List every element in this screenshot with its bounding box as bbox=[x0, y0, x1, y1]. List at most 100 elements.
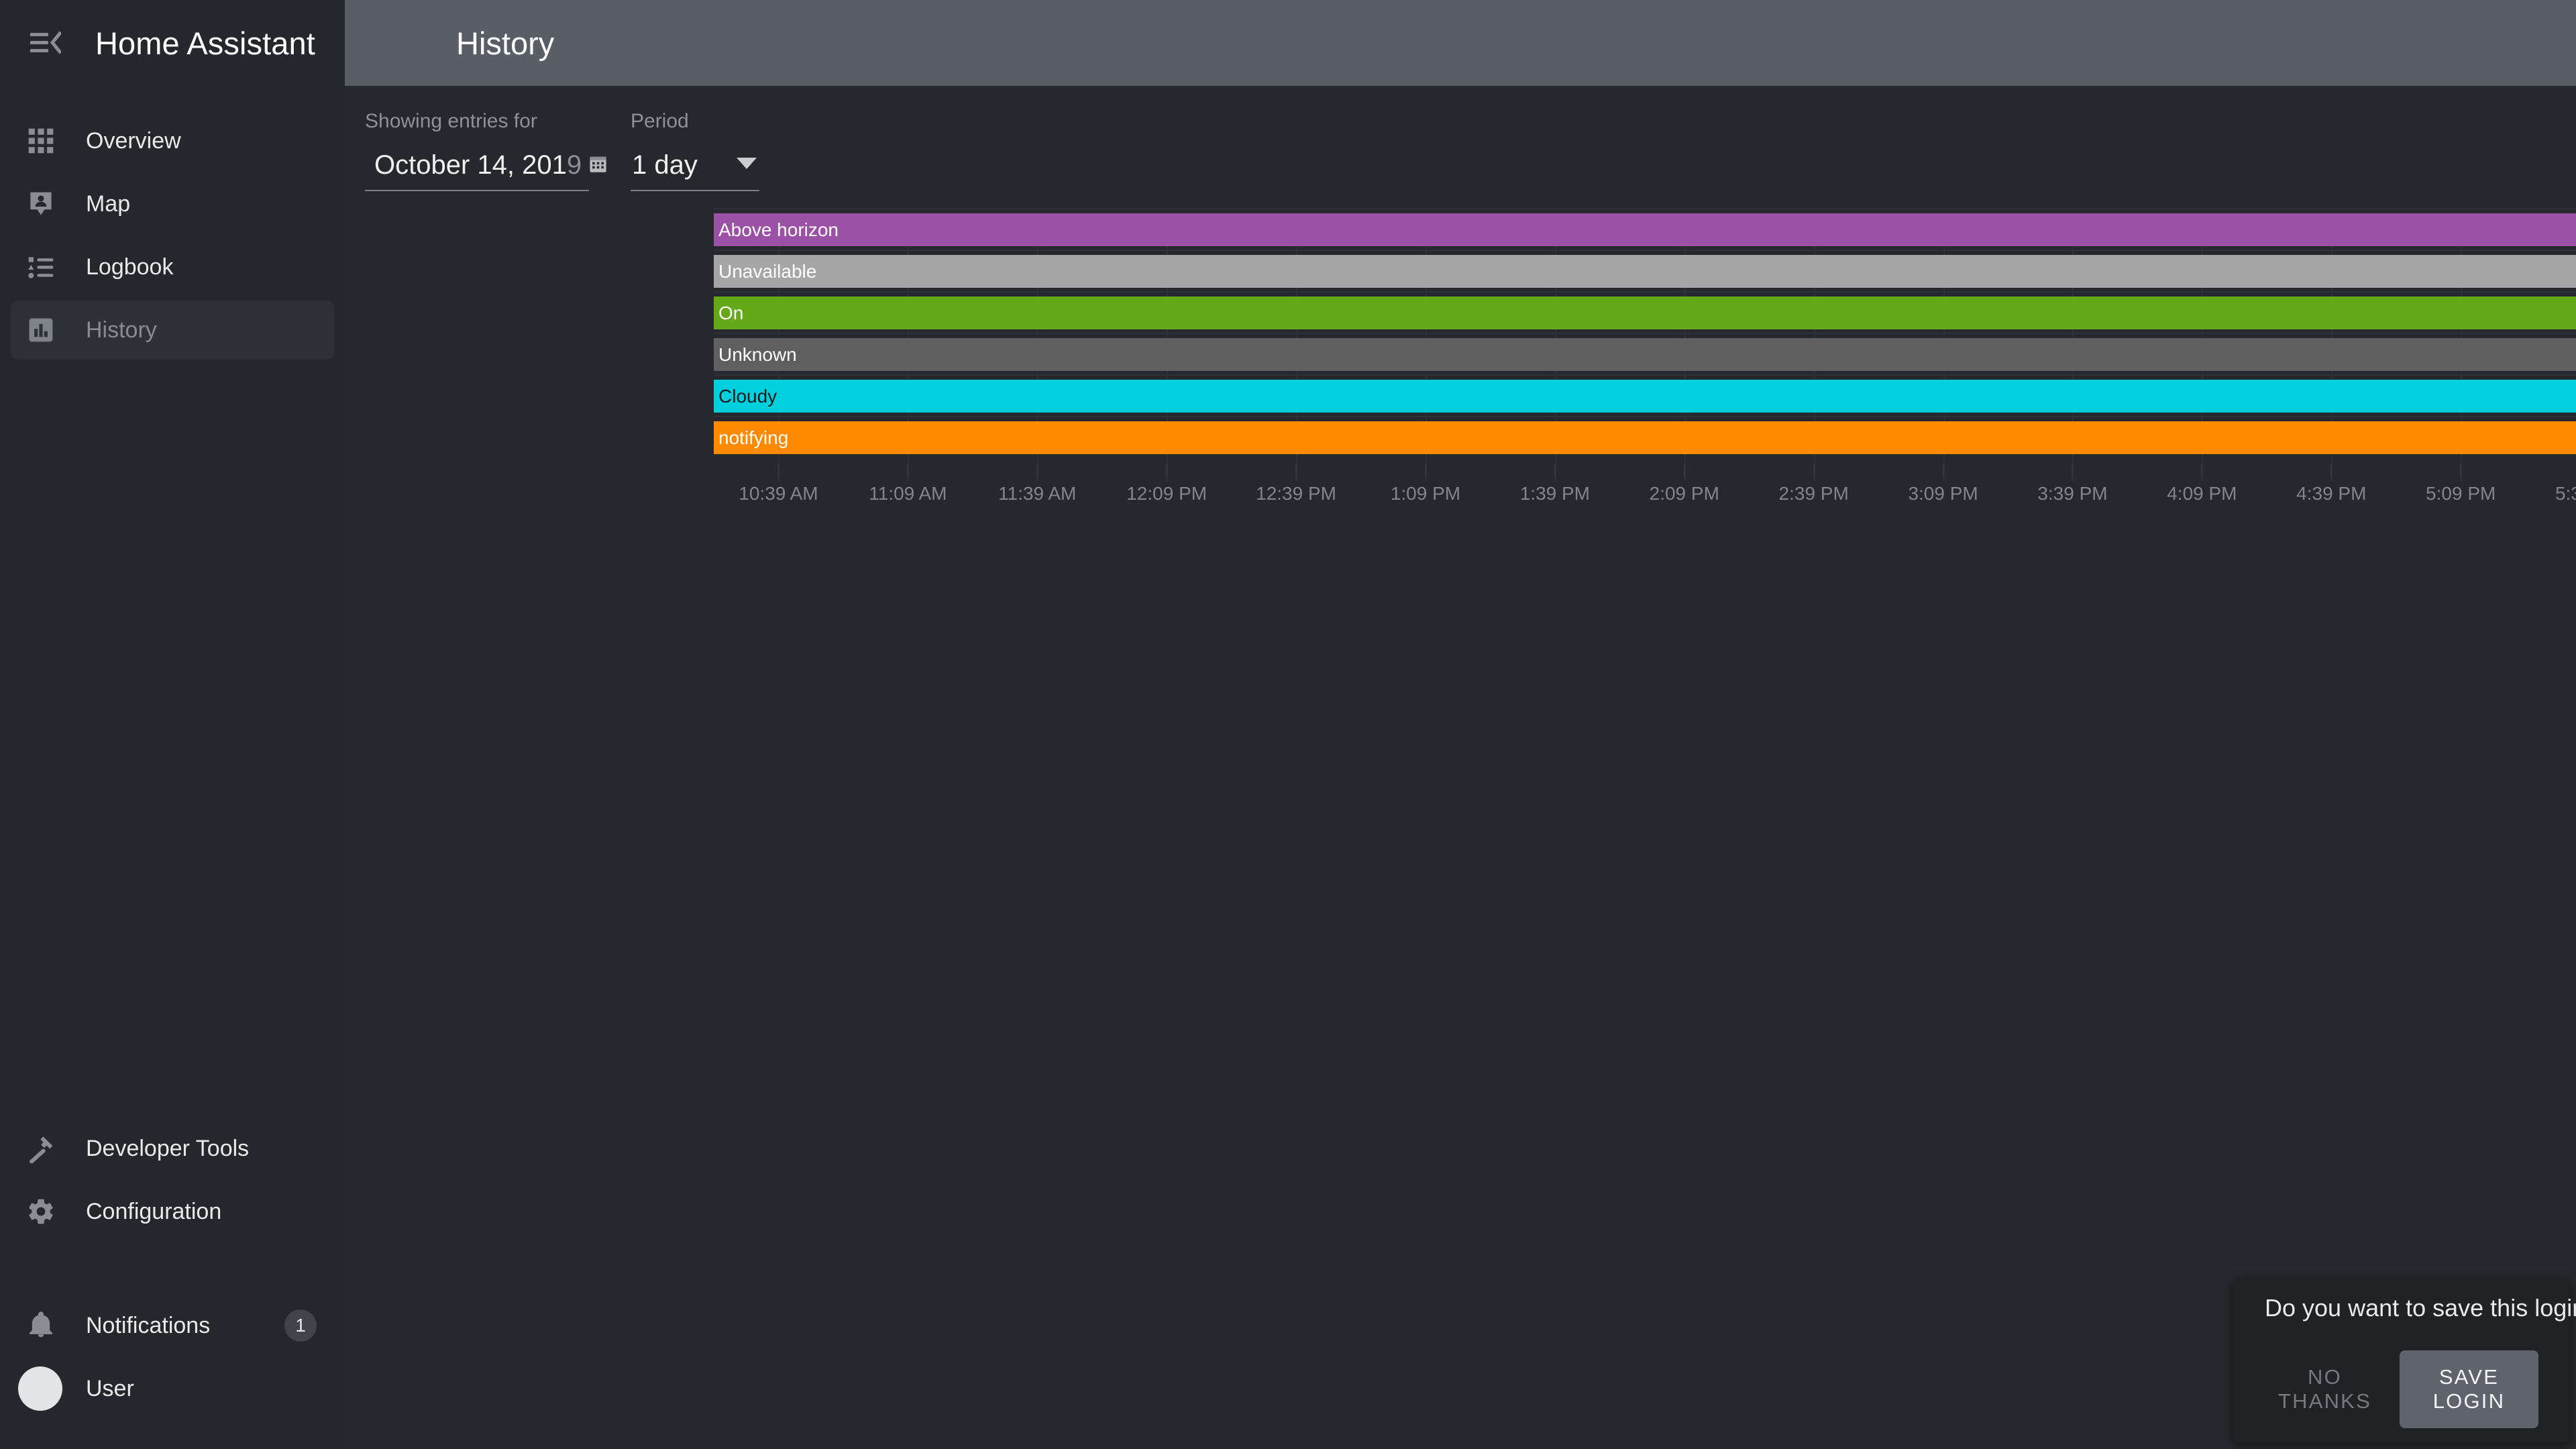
timeline-bar[interactable]: Unknown bbox=[714, 338, 2576, 371]
timeline-bar-state-label: On bbox=[714, 304, 743, 323]
save-login-actions: NO THANKS SAVE LOGIN bbox=[2265, 1350, 2538, 1428]
date-value-main: October 14, 201 bbox=[374, 150, 567, 180]
date-picker-input[interactable]: October 14, 2019 bbox=[365, 150, 589, 191]
timeline-bar-state-label: Above horizon bbox=[714, 221, 839, 239]
timeline-bar[interactable]: On bbox=[714, 297, 2576, 329]
save-login-dialog: Do you want to save this login? NO THANK… bbox=[2234, 1279, 2569, 1442]
period-select[interactable]: 1 day bbox=[631, 150, 759, 191]
sidebar-header: Home Assistant bbox=[0, 0, 345, 86]
period-select-control: Period 1 day bbox=[631, 110, 759, 191]
sidebar-item-notifications[interactable]: Notifications 1 bbox=[11, 1296, 334, 1355]
axis-tick-label: 10:39 AM bbox=[739, 483, 818, 504]
axis-tick-mark bbox=[777, 464, 779, 478]
sidebar-item-logbook[interactable]: Logbook bbox=[11, 237, 334, 297]
axis-tick-label: 1:39 PM bbox=[1520, 483, 1590, 504]
sidebar-item-map[interactable]: Map bbox=[11, 174, 334, 233]
axis-tick-label: 4:39 PM bbox=[2296, 483, 2366, 504]
timeline-bar[interactable]: notifying bbox=[714, 421, 2576, 454]
timeline-plot-area: Above horizon Unavailable On Unknown Cloudy n… bbox=[714, 213, 2576, 482]
period-select-value: 1 day bbox=[632, 150, 698, 180]
sidebar-item-label: Notifications bbox=[86, 1313, 210, 1339]
sidebar-item-label: User bbox=[86, 1376, 134, 1402]
hammer-icon bbox=[20, 1128, 62, 1169]
axis-tick-label: 12:39 PM bbox=[1256, 483, 1336, 504]
format-list-icon bbox=[20, 246, 62, 288]
timeline-row: Unavailable bbox=[714, 255, 2576, 288]
top-app-bar: History bbox=[345, 0, 2576, 86]
notifications-badge: 1 bbox=[284, 1309, 317, 1342]
history-timeline-chart: Above horizon Unavailable On Unknown Cloudy n… bbox=[345, 200, 2576, 582]
sidebar-item-overview[interactable]: Overview bbox=[11, 111, 334, 170]
sidebar-nav: Overview Map bbox=[0, 86, 345, 364]
sidebar-item-label: Map bbox=[86, 191, 130, 217]
row-separator bbox=[714, 250, 2576, 251]
row-separator bbox=[714, 291, 2576, 292]
axis-tick-label: 11:09 AM bbox=[869, 483, 947, 504]
date-picker-label: Showing entries for bbox=[365, 110, 589, 133]
grid-apps-icon bbox=[20, 120, 62, 162]
chevron-down-icon[interactable] bbox=[737, 158, 757, 169]
timeline-bar-state-label: Unknown bbox=[714, 345, 797, 364]
timeline-row: Unknown bbox=[714, 338, 2576, 371]
timeline-row: Above horizon bbox=[714, 213, 2576, 246]
sidebar-item-label: Developer Tools bbox=[86, 1136, 249, 1162]
sidebar-gap bbox=[0, 1245, 345, 1292]
map-marker-account-icon bbox=[20, 183, 62, 225]
axis-tick-label: 4:09 PM bbox=[2167, 483, 2237, 504]
axis-tick-mark bbox=[1166, 464, 1167, 478]
date-picker-value: October 14, 2019 bbox=[374, 150, 582, 180]
save-login-button[interactable]: SAVE LOGIN bbox=[2400, 1350, 2538, 1428]
timeline-bar[interactable]: Above horizon bbox=[714, 213, 2576, 246]
app-root: Home Assistant Overview bbox=[0, 0, 2576, 1449]
timeline-bar-state-label: notifying bbox=[714, 429, 788, 447]
sidebar-item-label: Configuration bbox=[86, 1199, 221, 1225]
timeline-bar[interactable]: Unavailable bbox=[714, 255, 2576, 288]
axis-tick-label: 12:09 PM bbox=[1126, 483, 1207, 504]
sidebar-item-developer-tools[interactable]: Developer Tools bbox=[11, 1119, 334, 1178]
date-picker-control: Showing entries for October 14, 2019 bbox=[365, 110, 589, 191]
row-separator bbox=[714, 374, 2576, 376]
axis-tick-mark bbox=[907, 464, 908, 478]
chart-box-icon bbox=[20, 309, 62, 351]
brand-title: Home Assistant bbox=[95, 25, 315, 62]
sidebar-item-label: History bbox=[86, 317, 157, 343]
axis-tick-mark bbox=[1425, 464, 1426, 478]
no-thanks-button[interactable]: NO THANKS bbox=[2265, 1353, 2385, 1426]
bell-icon bbox=[20, 1305, 62, 1346]
sidebar-item-label: Logbook bbox=[86, 254, 173, 280]
timeline-row: On bbox=[714, 297, 2576, 329]
axis-tick-label: 3:09 PM bbox=[1908, 483, 1978, 504]
axis-tick-mark bbox=[1036, 464, 1038, 478]
row-separator bbox=[714, 416, 2576, 417]
timeline-row: notifying bbox=[714, 421, 2576, 454]
axis-tick-label: 3:39 PM bbox=[2037, 483, 2107, 504]
save-login-message: Do you want to save this login? bbox=[2265, 1294, 2538, 1322]
axis-tick-mark bbox=[1943, 464, 1944, 478]
sidebar-item-user[interactable]: User bbox=[11, 1359, 334, 1418]
axis-tick-mark bbox=[2330, 464, 2332, 478]
sidebar-bottom-nav: Developer Tools Configuration Notificati bbox=[0, 1115, 345, 1449]
sidebar: Home Assistant Overview bbox=[0, 0, 345, 1449]
avatar-circle bbox=[18, 1366, 62, 1411]
avatar bbox=[20, 1368, 62, 1409]
row-separator bbox=[714, 333, 2576, 334]
calendar-icon[interactable] bbox=[588, 154, 608, 177]
axis-tick-mark bbox=[1554, 464, 1556, 478]
timeline-bar[interactable]: Cloudy bbox=[714, 380, 2576, 413]
sidebar-item-configuration[interactable]: Configuration bbox=[11, 1182, 334, 1241]
axis-tick-label: 2:09 PM bbox=[1650, 483, 1719, 504]
page-title: History bbox=[456, 25, 554, 62]
axis-tick-mark bbox=[1813, 464, 1815, 478]
sidebar-item-history[interactable]: History bbox=[11, 301, 334, 360]
timeline-bar-state-label: Unavailable bbox=[714, 262, 816, 281]
date-value-dim: 9 bbox=[567, 150, 582, 180]
axis-tick-label: 11:39 AM bbox=[998, 483, 1076, 504]
axis-tick-label: 5:09 PM bbox=[2426, 483, 2496, 504]
axis-tick-label: 2:39 PM bbox=[1779, 483, 1849, 504]
menu-collapse-icon[interactable] bbox=[19, 16, 72, 70]
axis-tick-mark bbox=[2072, 464, 2073, 478]
axis-tick-mark bbox=[2460, 464, 2461, 478]
gear-icon bbox=[20, 1191, 62, 1232]
history-controls: Showing entries for October 14, 2019 bbox=[345, 86, 2576, 191]
axis-tick-label: 5:39 PM bbox=[2555, 483, 2576, 504]
